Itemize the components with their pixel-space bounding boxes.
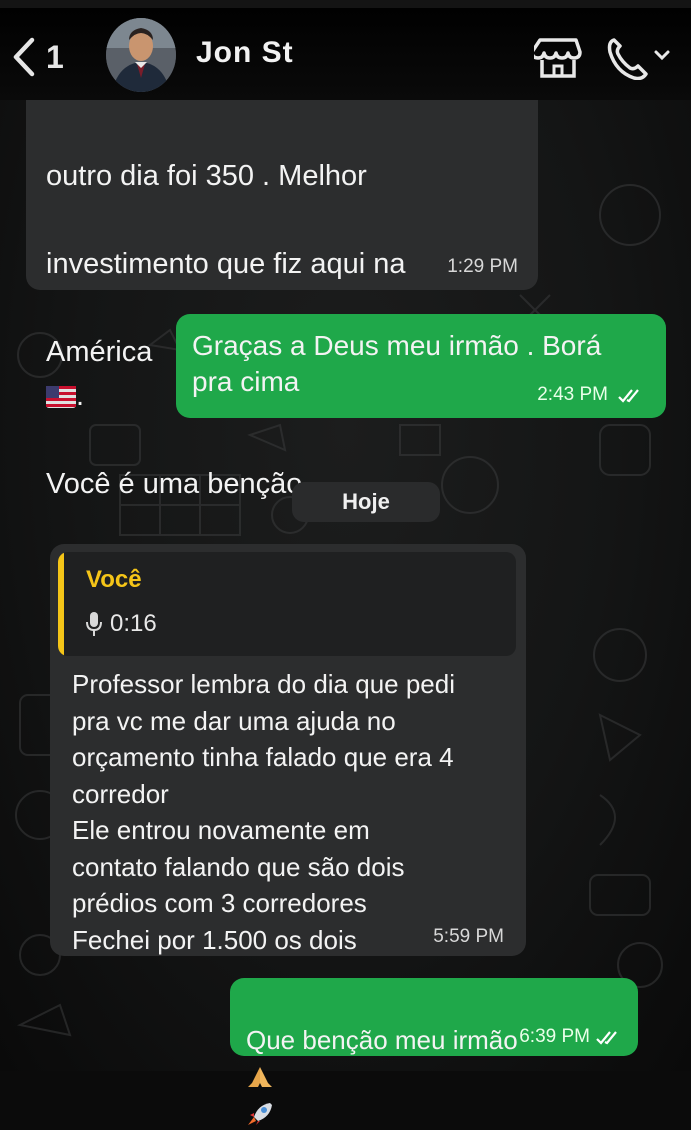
call-button[interactable] (604, 34, 676, 81)
chevron-left-icon (13, 37, 35, 77)
unread-count: 1 (46, 38, 64, 75)
phone-icon (607, 38, 670, 81)
message-line: investimento que fiz aqui na (46, 248, 406, 280)
chat-header: 1 Jon St (0, 0, 691, 100)
contact-name[interactable]: Jon St (196, 36, 294, 70)
read-receipt-icon (618, 389, 639, 403)
incoming-message[interactable]: outro dia foi 350 . Melhor investimento … (26, 100, 538, 500)
message-text: Que benção meu irmão (246, 986, 518, 1130)
quoted-voice-message[interactable]: Você 0:16 (58, 552, 516, 656)
quote-accent-bar (58, 552, 64, 656)
store-icon (530, 38, 582, 78)
contact-avatar[interactable] (106, 18, 176, 92)
outgoing-message[interactable]: Graças a Deus meu irmão . Borá pra cima … (176, 314, 666, 418)
message-time: 1:29 PM (447, 256, 518, 277)
quote-duration: 0:16 (110, 610, 157, 637)
day-divider: Hoje (292, 482, 440, 522)
message-time: 2:43 PM (537, 384, 608, 405)
message-text: Professor lembra do dia que pedi pra vc … (72, 669, 456, 955)
message-time: 5:59 PM (433, 926, 504, 947)
read-receipt-icon (596, 1031, 617, 1045)
message-line: outro dia foi 350 . Melhor (46, 160, 367, 192)
message-line: América (46, 336, 153, 368)
microphone-icon (86, 612, 102, 636)
outgoing-message[interactable]: Que benção meu irmão 6:39 PM (230, 978, 638, 1126)
message-line: Você é uma benção . (46, 468, 319, 500)
avatar-photo (106, 18, 176, 92)
rocket-icon (248, 1103, 272, 1126)
folded-hands-icon (248, 1067, 272, 1088)
incoming-message[interactable]: Você 0:16 Professor lembra do dia que pe… (50, 544, 526, 956)
back-button[interactable]: 1 (8, 34, 78, 80)
quote-author: Você (86, 566, 142, 593)
catalog-button[interactable] (530, 36, 582, 80)
message-text: outro dia foi 350 . Melhor investimento … (46, 160, 406, 500)
message-time: 6:39 PM (519, 1026, 590, 1047)
status-bar (0, 0, 691, 8)
chat-screen: 1 Jon St outro dia foi 350 . Melhor inve… (0, 0, 691, 1126)
us-flag-icon (46, 386, 76, 409)
